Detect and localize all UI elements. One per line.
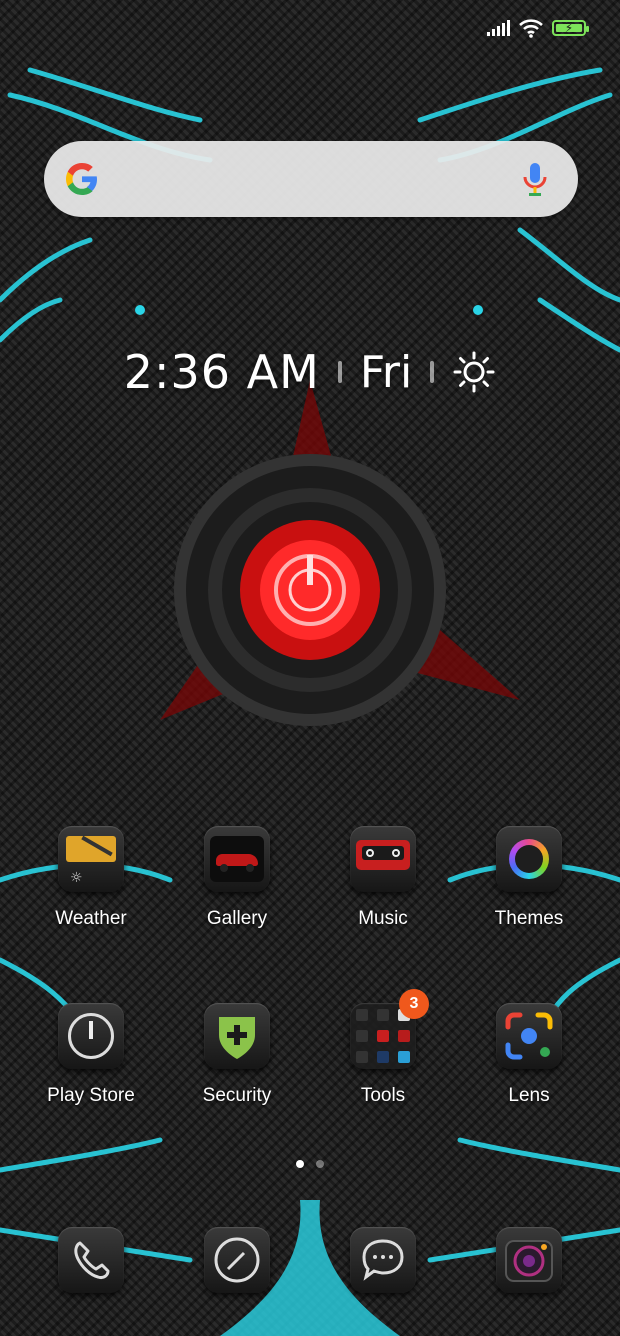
app-label: Tools: [360, 1085, 406, 1106]
app-label: Lens: [508, 1085, 550, 1106]
app-label: Security: [202, 1085, 272, 1106]
clock-time: 2:36 AM: [123, 345, 320, 399]
music-icon: [350, 826, 416, 892]
clock-day: Fri: [359, 346, 413, 398]
weather-icon: ☼: [58, 826, 124, 892]
app-gallery[interactable]: Gallery: [167, 826, 307, 930]
dock-messages[interactable]: [313, 1227, 453, 1293]
dock-camera[interactable]: [459, 1227, 599, 1293]
themes-icon: [496, 826, 562, 892]
app-music[interactable]: Music: [313, 826, 453, 930]
security-icon: [204, 1003, 270, 1069]
separator: [337, 361, 342, 383]
lens-icon: [496, 1003, 562, 1069]
battery-charging-icon: ⚡: [552, 20, 589, 36]
notification-badge: 3: [399, 989, 429, 1019]
weather-sunny-icon: [453, 351, 495, 393]
app-label: Music: [358, 908, 408, 929]
phone-icon: [58, 1227, 124, 1293]
cellular-signal-icon: [487, 20, 510, 36]
app-label: Gallery: [206, 908, 268, 929]
dock-browser[interactable]: [167, 1227, 307, 1293]
app-label: Themes: [494, 908, 564, 929]
messages-icon: [350, 1227, 416, 1293]
app-weather[interactable]: ☼ Weather: [21, 826, 161, 930]
app-label: Weather: [55, 908, 127, 929]
app-security[interactable]: Security: [167, 1003, 307, 1107]
separator: [430, 361, 435, 383]
page-dot[interactable]: [316, 1160, 324, 1168]
google-search-bar[interactable]: [44, 141, 578, 217]
app-lens[interactable]: Lens: [459, 1003, 599, 1107]
clock-widget[interactable]: 2:36 AM Fri: [0, 340, 620, 404]
page-indicator[interactable]: [0, 1160, 620, 1168]
app-play-store[interactable]: Play Store: [21, 1003, 161, 1107]
dock-phone[interactable]: [21, 1227, 161, 1293]
mic-icon[interactable]: [522, 161, 548, 197]
browser-icon: [204, 1227, 270, 1293]
play-store-icon: [58, 1003, 124, 1069]
wifi-icon: [519, 19, 543, 38]
gallery-icon: [204, 826, 270, 892]
app-themes[interactable]: Themes: [459, 826, 599, 930]
page-dot-active[interactable]: [296, 1160, 304, 1168]
status-bar: ⚡: [487, 16, 589, 40]
google-g-icon: [66, 163, 97, 195]
camera-icon: [496, 1227, 562, 1293]
folder-tools[interactable]: 3 Tools: [313, 989, 453, 1107]
app-label: Play Store: [47, 1085, 135, 1106]
